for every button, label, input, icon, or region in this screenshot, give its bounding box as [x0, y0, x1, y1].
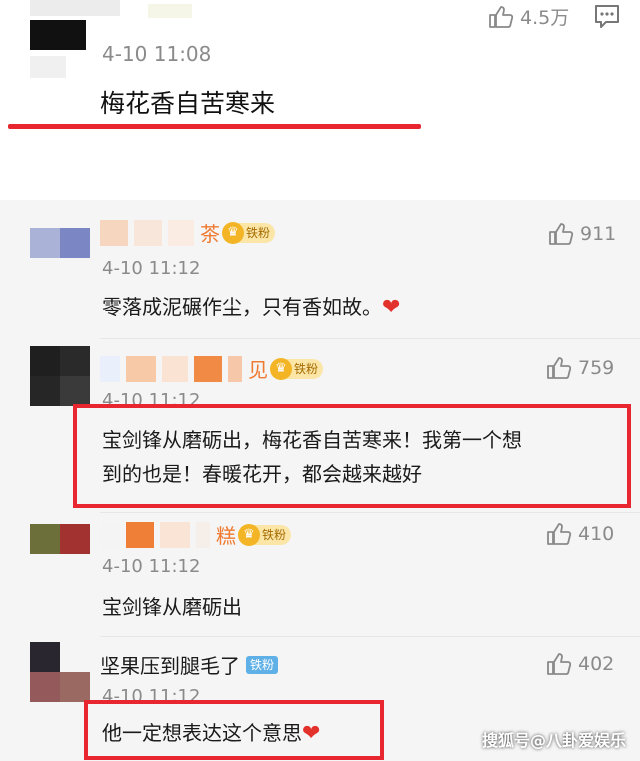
fan-badge: ♛ 铁粉 — [270, 357, 324, 380]
avatar[interactable] — [30, 20, 86, 50]
fan-badge: 铁粉 — [246, 655, 279, 674]
fan-badge: ♛ 铁粉 — [222, 221, 276, 244]
thumbs-up-icon — [547, 357, 572, 379]
reply-list: 茶 ♛ 铁粉 911 4-10 11:12 零落成泥碾作尘，只有香如故。❤ 见 … — [0, 200, 640, 761]
reply-time: 4-10 11:12 — [102, 556, 201, 577]
comment-thread: 4.5万 4-10 11:08 梅花香自苦寒来 茶 ♛ 铁粉 911 4-10 … — [0, 0, 640, 761]
reply-username[interactable]: 茶 ♛ 铁粉 — [100, 218, 276, 247]
thumbs-up-icon — [547, 653, 572, 675]
thumbs-up-icon — [489, 5, 514, 28]
heart-icon: ❤ — [382, 295, 401, 320]
like-count: 4.5万 — [520, 7, 570, 29]
comment-text: 梅花香自苦寒来 — [100, 89, 276, 118]
heart-icon: ❤ — [302, 721, 321, 746]
thumbs-up-icon — [547, 523, 572, 545]
crown-icon: ♛ — [222, 221, 244, 244]
reply-item: 见 ♛ 铁粉 759 4-10 11:12 宝剑锋从磨砺出，梅花香自苦寒来！我第… — [0, 340, 640, 510]
divider — [100, 512, 640, 513]
watermark: 搜狐号@八卦爱娱乐 — [481, 731, 626, 750]
reply-username[interactable]: 见 ♛ 铁粉 — [100, 354, 324, 383]
avatar-blur — [30, 0, 120, 16]
reply-username[interactable]: 糕 ♛ 铁粉 — [100, 520, 292, 549]
like-button[interactable]: 911 — [548, 222, 616, 246]
like-button[interactable]: 759 — [546, 356, 614, 380]
reply-item: 茶 ♛ 铁粉 911 4-10 11:12 零落成泥碾作尘，只有香如故。❤ — [0, 200, 640, 340]
like-count: 402 — [578, 653, 615, 675]
divider — [100, 338, 640, 339]
avatar[interactable] — [30, 524, 90, 554]
main-comment: 4.5万 4-10 11:08 梅花香自苦寒来 — [0, 0, 640, 200]
reply-text: 宝剑锋从磨砺出，梅花香自苦寒来！我第一个想 到的也是！春暖花开，都会越来越好 — [102, 428, 522, 486]
divider — [100, 636, 640, 637]
crown-icon: ♛ — [238, 523, 260, 546]
reply-time: 4-10 11:12 — [102, 258, 201, 279]
crown-icon: ♛ — [270, 357, 292, 380]
reply-text: 宝剑锋从磨砺出 — [102, 595, 242, 619]
username-blur — [148, 4, 192, 18]
fan-badge: ♛ 铁粉 — [238, 523, 292, 546]
comment-time: 4-10 11:08 — [102, 42, 212, 66]
like-count: 911 — [580, 223, 617, 245]
like-count: 410 — [578, 523, 615, 545]
like-count: 759 — [578, 357, 615, 379]
like-button[interactable]: 402 — [546, 652, 614, 676]
avatar[interactable] — [30, 346, 90, 406]
like-button[interactable]: 410 — [546, 522, 614, 546]
reply-text: 他一定想表达这个意思❤ — [102, 721, 321, 746]
avatar-blur — [30, 56, 66, 78]
avatar[interactable] — [30, 642, 90, 702]
like-button[interactable]: 4.5万 — [488, 3, 569, 30]
reply-username[interactable]: 坚果压到腿毛了 铁粉 — [100, 650, 279, 679]
thumbs-up-icon — [549, 223, 574, 245]
comment-icon[interactable] — [594, 3, 620, 29]
reply-item: 糕 ♛ 铁粉 410 4-10 11:12 宝剑锋从磨砺出 — [0, 514, 640, 636]
highlight-underline — [8, 124, 421, 129]
avatar[interactable] — [30, 228, 90, 258]
reply-text: 零落成泥碾作尘，只有香如故。❤ — [102, 295, 401, 320]
